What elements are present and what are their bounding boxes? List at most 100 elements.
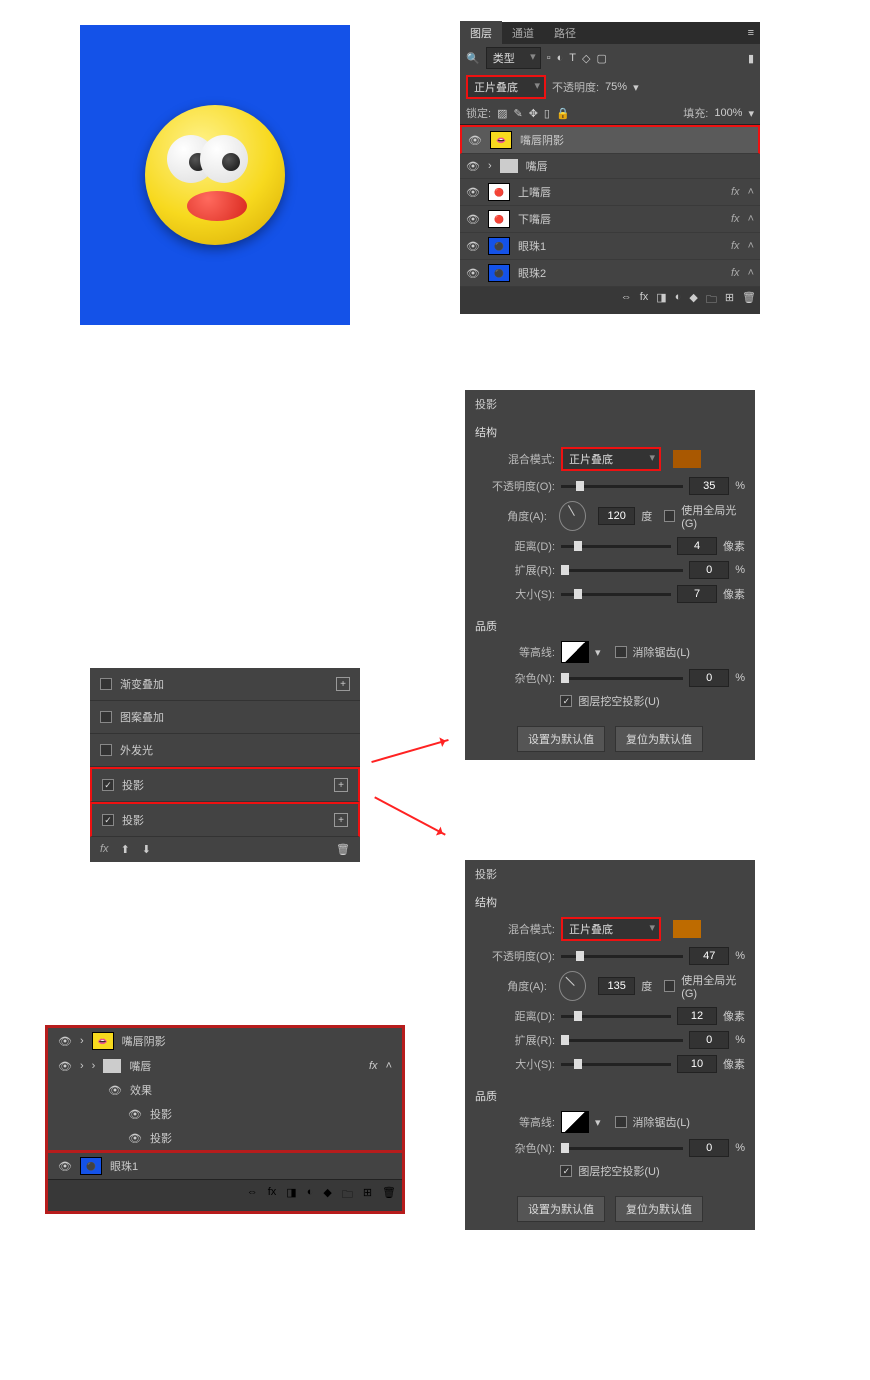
fx-icon[interactable]: fx: [100, 843, 109, 856]
dist-slider[interactable]: [561, 1015, 671, 1018]
blend-select[interactable]: 正片叠底: [561, 917, 661, 941]
checkbox[interactable]: [100, 744, 112, 756]
fx-badge[interactable]: fx: [731, 240, 740, 252]
global-checkbox[interactable]: [664, 980, 675, 992]
chevron-icon[interactable]: ˄: [748, 213, 754, 225]
spread-slider[interactable]: [561, 1039, 683, 1042]
lock-pos-icon[interactable]: ✥: [529, 107, 538, 120]
filter-adj-icon[interactable]: ◐: [557, 52, 564, 64]
fx-item[interactable]: ✓投影+: [90, 767, 360, 802]
tab-paths[interactable]: 路径: [544, 21, 586, 45]
footer-icon[interactable]: fx: [268, 1186, 277, 1205]
noise-slider[interactable]: [561, 1147, 683, 1150]
footer-icon[interactable]: ⇔: [621, 291, 632, 310]
footer-icon[interactable]: ⇔: [247, 1186, 258, 1205]
panel-menu-icon[interactable]: ≡: [742, 27, 760, 39]
kind-select[interactable]: 类型: [486, 47, 541, 69]
footer-icon[interactable]: ◨: [286, 1186, 296, 1205]
blend-select[interactable]: 正片叠底: [561, 447, 661, 471]
visibility-icon[interactable]: 👁: [58, 1060, 72, 1073]
fx-entry[interactable]: 👁 投影: [48, 1102, 402, 1126]
plus-icon[interactable]: +: [334, 778, 348, 792]
visibility-icon[interactable]: 👁: [128, 1108, 142, 1121]
chevron-icon[interactable]: ›: [80, 1035, 84, 1047]
visibility-icon[interactable]: 👁: [466, 160, 480, 173]
opacity-slider[interactable]: [561, 955, 683, 958]
footer-icon[interactable]: 🗀: [706, 291, 717, 310]
plus-icon[interactable]: +: [336, 677, 350, 691]
reset-default-button[interactable]: 复位为默认值: [615, 1196, 703, 1222]
plus-icon[interactable]: +: [334, 813, 348, 827]
up-icon[interactable]: ⬆: [121, 843, 130, 856]
reset-default-button[interactable]: 复位为默认值: [615, 726, 703, 752]
visibility-icon[interactable]: 👁: [466, 186, 480, 199]
dist-input[interactable]: 4: [677, 537, 717, 555]
tab-channels[interactable]: 通道: [502, 21, 544, 45]
filter-toggle[interactable]: ▮: [748, 52, 754, 65]
color-swatch[interactable]: [673, 920, 701, 938]
visibility-icon[interactable]: 👁: [466, 240, 480, 253]
angle-dial[interactable]: [559, 501, 586, 531]
layer-row[interactable]: 👁⚫眼珠1fx˄: [460, 233, 760, 260]
footer-icon[interactable]: 🗑: [742, 291, 756, 310]
fx-item[interactable]: 图案叠加: [90, 701, 360, 734]
fx-item[interactable]: 外发光: [90, 734, 360, 767]
filter-smart-icon[interactable]: ▢: [596, 52, 606, 65]
checkbox[interactable]: ✓: [102, 814, 114, 826]
footer-icon[interactable]: ◐: [675, 291, 682, 310]
layer-row[interactable]: 👁› 嘴唇: [460, 154, 760, 179]
layer-row[interactable]: 👁🔴下嘴唇fx˄: [460, 206, 760, 233]
fill-value[interactable]: 100%: [714, 107, 742, 119]
dist-input[interactable]: 12: [677, 1007, 717, 1025]
footer-icon[interactable]: ⊞: [363, 1186, 372, 1205]
footer-icon[interactable]: ⊞: [725, 291, 734, 310]
layer-row[interactable]: 👁⚫眼珠2fx˄: [460, 260, 760, 287]
chevron-icon[interactable]: ˄: [386, 1060, 392, 1072]
opacity-input[interactable]: 35: [689, 477, 729, 495]
global-checkbox[interactable]: [664, 510, 675, 522]
spread-slider[interactable]: [561, 569, 683, 572]
chevron-icon[interactable]: ˄: [748, 267, 754, 279]
footer-icon[interactable]: fx: [640, 291, 649, 310]
checkbox[interactable]: [100, 711, 112, 723]
visibility-icon[interactable]: 👁: [58, 1035, 72, 1048]
contour-picker[interactable]: [561, 641, 589, 663]
color-swatch[interactable]: [673, 450, 701, 468]
lock-nest-icon[interactable]: ▯: [544, 107, 550, 120]
footer-icon[interactable]: ◨: [656, 291, 666, 310]
dist-slider[interactable]: [561, 545, 671, 548]
layer-row[interactable]: 👁⚫眼珠1: [48, 1150, 402, 1179]
set-default-button[interactable]: 设置为默认值: [517, 1196, 605, 1222]
visibility-icon[interactable]: 👁: [466, 267, 480, 280]
set-default-button[interactable]: 设置为默认值: [517, 726, 605, 752]
layer-row[interactable]: 👁👄嘴唇阴影: [460, 125, 760, 154]
opacity-input[interactable]: 47: [689, 947, 729, 965]
search-icon[interactable]: 🔍: [466, 52, 480, 65]
visibility-icon[interactable]: 👁: [466, 213, 480, 226]
size-input[interactable]: 7: [677, 585, 717, 603]
fx-badge[interactable]: fx: [731, 186, 740, 198]
angle-dial[interactable]: [559, 971, 586, 1001]
chevron-icon[interactable]: ˄: [748, 186, 754, 198]
size-slider[interactable]: [561, 1063, 671, 1066]
anti-checkbox[interactable]: [615, 646, 627, 658]
size-slider[interactable]: [561, 593, 671, 596]
layer-row[interactable]: 👁›👄嘴唇阴影: [48, 1028, 402, 1054]
fx-badge[interactable]: fx: [731, 213, 740, 225]
blend-mode-select[interactable]: 正片叠底: [466, 75, 546, 99]
fx-badge[interactable]: fx: [731, 267, 740, 279]
chevron-icon[interactable]: ›: [92, 1060, 96, 1072]
footer-icon[interactable]: 🗑: [382, 1186, 396, 1205]
fx-item[interactable]: 渐变叠加+: [90, 668, 360, 701]
visibility-icon[interactable]: 👁: [468, 134, 482, 147]
opacity-slider[interactable]: [561, 485, 683, 488]
chevron-icon[interactable]: ›: [80, 1060, 84, 1072]
layer-row[interactable]: 👁›› 嘴唇fx ˄: [48, 1054, 402, 1078]
chevron-icon[interactable]: ˄: [748, 240, 754, 252]
lock-paint-icon[interactable]: ✎: [513, 107, 522, 120]
checkbox[interactable]: [100, 678, 112, 690]
tab-layers[interactable]: 图层: [460, 21, 502, 45]
fx-badge[interactable]: fx: [369, 1060, 378, 1072]
anti-checkbox[interactable]: [615, 1116, 627, 1128]
spread-input[interactable]: 0: [689, 561, 729, 579]
